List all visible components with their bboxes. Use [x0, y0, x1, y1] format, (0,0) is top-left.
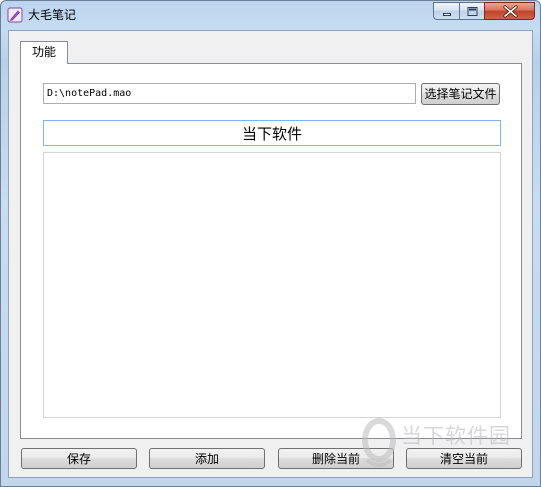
minimize-button[interactable]	[433, 2, 459, 20]
delete-current-button[interactable]: 删除当前	[278, 448, 394, 469]
add-button[interactable]: 添加	[149, 448, 265, 469]
client-area: 功能 选择笔记文件 保存 添加 删除当前 清空当前	[8, 30, 533, 478]
choose-note-file-button[interactable]: 选择笔记文件	[421, 83, 500, 105]
clear-current-button[interactable]: 清空当前	[406, 448, 522, 469]
tab-function[interactable]: 功能	[20, 41, 68, 64]
note-content-textarea[interactable]	[43, 152, 501, 418]
close-button[interactable]	[484, 2, 535, 20]
app-window: 大毛笔记 功能 D:\notePad.mao 选择笔记文件 当下软件 保存 添加…	[0, 0, 541, 487]
note-title-input[interactable]	[43, 120, 501, 146]
caption-buttons	[433, 2, 535, 21]
window-title: 大毛笔记	[28, 8, 77, 22]
maximize-button[interactable]	[459, 2, 484, 20]
tab-panel: 选择笔记文件	[20, 63, 522, 439]
notepad-icon[interactable]	[7, 7, 23, 23]
title-bar[interactable]: 大毛笔记	[1, 1, 540, 29]
file-path-input[interactable]	[43, 83, 416, 104]
save-button[interactable]: 保存	[21, 448, 137, 469]
